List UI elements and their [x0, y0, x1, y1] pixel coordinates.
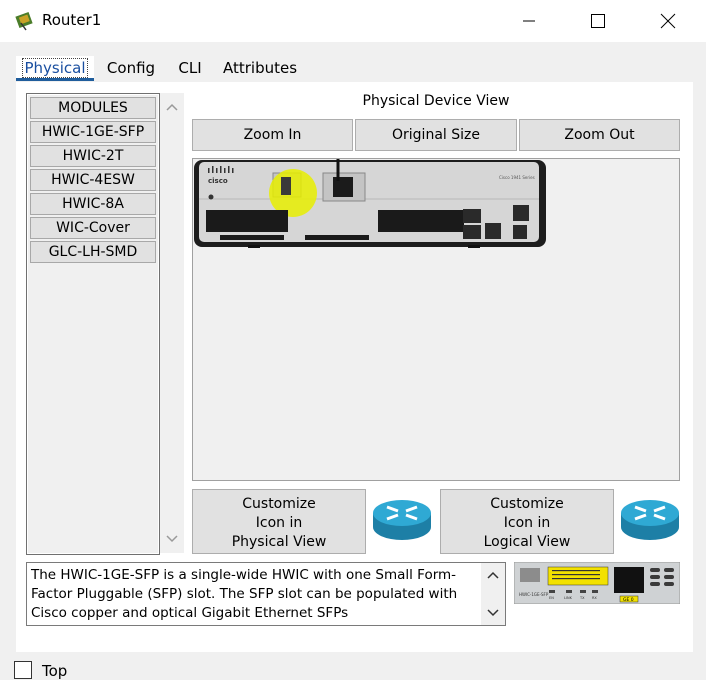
tab-physical[interactable]: Physical: [16, 56, 94, 80]
close-icon: [660, 13, 676, 29]
module-item-glc-lh-smd[interactable]: GLC-LH-SMD: [30, 241, 156, 263]
tab-physical-label: Physical: [22, 58, 88, 78]
module-item-wic-cover[interactable]: WIC-Cover: [30, 217, 156, 239]
scroll-down-icon[interactable]: [487, 609, 499, 617]
maximize-icon: [591, 14, 605, 28]
customize-logical-button[interactable]: Customize Icon in Logical View: [440, 489, 614, 554]
scroll-down-icon[interactable]: [160, 529, 184, 549]
top-checkbox-label: Top: [42, 662, 68, 680]
title-bar: Router1: [0, 0, 706, 42]
tab-config[interactable]: Config: [100, 56, 162, 80]
router-icon-physical: [373, 500, 431, 540]
maximize-button[interactable]: [575, 0, 621, 42]
router-icon-logical: [621, 500, 679, 540]
modules-list[interactable]: MODULES HWIC-1GE-SFP HWIC-2T HWIC-4ESW H…: [26, 93, 160, 555]
window-title: Router1: [42, 11, 102, 29]
module-preview-image: HWIC-1GE-SFP GE 0 EN LINK TX RX: [514, 562, 680, 604]
original-size-button[interactable]: Original Size: [355, 119, 517, 151]
top-checkbox[interactable]: [14, 661, 32, 679]
router-chassis[interactable]: cisco Cisco 1941 Series: [193, 159, 547, 248]
customize-physical-button[interactable]: Customize Icon in Physical View: [192, 489, 366, 554]
minimize-icon: [523, 20, 535, 22]
modules-header: MODULES: [30, 97, 156, 119]
module-description-box[interactable]: The HWIC-1GE-SFP is a single-wide HWIC w…: [26, 562, 506, 626]
customize-physical-line2: Icon in: [255, 515, 303, 531]
led-label-en: EN: [549, 596, 554, 600]
tab-attributes[interactable]: Attributes: [218, 56, 302, 80]
active-tab-indicator: [16, 78, 94, 81]
tab-attributes-label: Attributes: [222, 59, 298, 77]
scroll-up-icon[interactable]: [487, 571, 499, 579]
module-preview-label: HWIC-1GE-SFP: [519, 592, 549, 597]
tab-cli-label: CLI: [178, 59, 202, 77]
device-brand: cisco: [208, 177, 228, 185]
led-label-rx: RX: [592, 596, 597, 600]
physical-device-view-title: Physical Device View: [362, 93, 510, 109]
module-description-text: The HWIC-1GE-SFP is a single-wide HWIC w…: [31, 567, 458, 621]
router-app-icon: [15, 11, 33, 31]
customize-logical-line3: Logical View: [483, 534, 571, 550]
module-item-hwic-8a[interactable]: HWIC-8A: [30, 193, 156, 215]
customize-physical-line1: Customize: [242, 496, 316, 512]
led-label-link: LINK: [564, 596, 573, 600]
tab-cli[interactable]: CLI: [170, 56, 210, 80]
customize-logical-line1: Customize: [490, 496, 564, 512]
led-label-tx: TX: [579, 596, 585, 600]
tab-bar: Physical Config CLI Attributes: [0, 52, 706, 82]
customize-logical-line2: Icon in: [503, 515, 551, 531]
tab-config-label: Config: [106, 59, 156, 77]
module-item-hwic-1ge-sfp[interactable]: HWIC-1GE-SFP: [30, 121, 156, 143]
module-preview-badge: GE 0: [623, 597, 634, 603]
modules-list-inner: MODULES HWIC-1GE-SFP HWIC-2T HWIC-4ESW H…: [27, 94, 159, 554]
modules-scrollbar[interactable]: [160, 93, 184, 553]
zoom-in-button[interactable]: Zoom In: [192, 119, 353, 151]
minimize-button[interactable]: [506, 0, 552, 42]
device-model: Cisco 1941 Series: [499, 175, 535, 180]
zoom-out-button[interactable]: Zoom Out: [519, 119, 680, 151]
scroll-up-icon[interactable]: [160, 97, 184, 117]
close-button[interactable]: [645, 0, 691, 42]
module-item-hwic-2t[interactable]: HWIC-2T: [30, 145, 156, 167]
customize-physical-line3: Physical View: [231, 534, 327, 550]
module-item-hwic-4esw[interactable]: HWIC-4ESW: [30, 169, 156, 191]
description-scrollbar[interactable]: [481, 563, 505, 625]
